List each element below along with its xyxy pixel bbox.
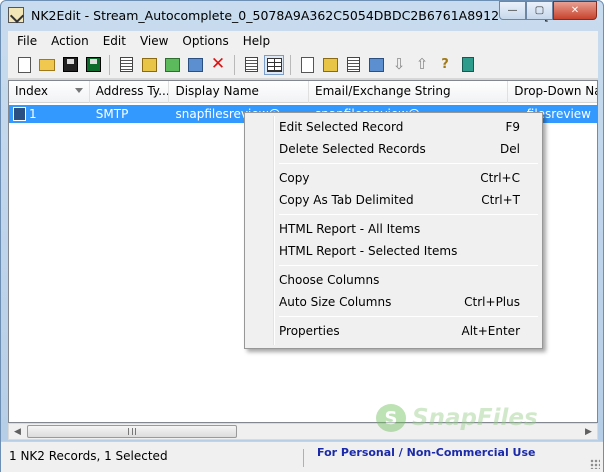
window-title: NK2Edit - Stream_Autocomplete_0_5078A9A3…: [31, 8, 550, 23]
snapfiles-logo: S: [376, 404, 406, 432]
sort-descending-icon: [74, 88, 83, 93]
settings-icon[interactable]: [343, 55, 363, 75]
new-file-icon[interactable]: [14, 55, 34, 75]
move-down-icon[interactable]: ⇩: [389, 55, 409, 75]
resize-grip-icon[interactable]: [590, 459, 600, 469]
toolbar-separator: [290, 54, 291, 75]
record-icon: [13, 107, 26, 121]
menu-separator: [279, 316, 538, 317]
toolbar-separator: [109, 54, 110, 75]
maximize-button[interactable]: ▢: [526, 1, 553, 20]
status-license: For Personal / Non-Commercial Use: [317, 446, 536, 459]
scroll-right-icon[interactable]: ▶: [580, 424, 597, 439]
scroll-left-icon[interactable]: ◀: [9, 424, 26, 439]
column-index[interactable]: Index: [9, 81, 90, 103]
edit-record-icon[interactable]: [185, 55, 205, 75]
menu-file[interactable]: File: [10, 34, 44, 48]
menu-separator: [279, 163, 538, 164]
menu-bar: File Action Edit View Options Help: [8, 31, 598, 51]
menu-html-report-selected[interactable]: HTML Report - Selected Items: [247, 240, 540, 262]
list-header: Index Address Ty... Display Name Email/E…: [9, 81, 597, 103]
menu-properties[interactable]: Properties Alt+Enter: [247, 320, 540, 342]
nk2edit-app-icon[interactable]: [8, 7, 24, 23]
toolbar: ✕ ⇩ ⇧ ?: [8, 51, 598, 79]
cell-address-type: SMTP: [95, 107, 129, 121]
menu-view[interactable]: View: [133, 34, 175, 48]
menu-html-report-all[interactable]: HTML Report - All Items: [247, 218, 540, 240]
menu-delete-selected-records[interactable]: Delete Selected Records Del: [247, 138, 540, 160]
menu-separator: [279, 214, 538, 215]
menu-action[interactable]: Action: [44, 34, 96, 48]
column-dropdown-name[interactable]: Drop-Down Na: [508, 81, 597, 103]
menu-copy-tab-delimited[interactable]: Copy As Tab Delimited Ctrl+T: [247, 189, 540, 211]
move-up-icon[interactable]: ⇧: [412, 55, 432, 75]
menu-choose-columns[interactable]: Choose Columns: [247, 269, 540, 291]
properties-icon[interactable]: [116, 55, 136, 75]
title-bar[interactable]: NK2Edit - Stream_Autocomplete_0_5078A9A3…: [1, 1, 603, 31]
menu-options[interactable]: Options: [175, 34, 235, 48]
menu-help[interactable]: Help: [236, 34, 277, 48]
menu-copy[interactable]: Copy Ctrl+C: [247, 167, 540, 189]
close-button[interactable]: ✕: [553, 1, 597, 20]
column-address-type[interactable]: Address Ty...: [90, 81, 170, 103]
exit-icon[interactable]: [458, 55, 478, 75]
minimize-button[interactable]: —: [499, 1, 526, 20]
grip-icon: [128, 428, 136, 435]
search-icon[interactable]: [366, 55, 386, 75]
menu-edit-selected-record[interactable]: Edit Selected Record F9: [247, 116, 540, 138]
column-email-string[interactable]: Email/Exchange String: [309, 81, 509, 103]
help-icon[interactable]: ?: [435, 55, 455, 75]
save-as-icon[interactable]: [83, 55, 103, 75]
paste-icon[interactable]: [320, 55, 340, 75]
open-folder-icon[interactable]: [37, 55, 57, 75]
list-icon[interactable]: [241, 55, 261, 75]
delete-icon[interactable]: ✕: [208, 55, 228, 75]
save-icon[interactable]: [60, 55, 80, 75]
find-icon[interactable]: [139, 55, 159, 75]
menu-edit[interactable]: Edit: [96, 34, 133, 48]
copy-icon[interactable]: [297, 55, 317, 75]
column-display-name[interactable]: Display Name: [169, 81, 309, 103]
toolbar-separator: [234, 54, 235, 75]
context-menu: Edit Selected Record F9 Delete Selected R…: [244, 112, 543, 349]
add-record-icon[interactable]: [162, 55, 182, 75]
scrollbar-thumb[interactable]: [27, 425, 237, 438]
menu-separator: [279, 265, 538, 266]
watermark-text: SnapFiles: [412, 405, 538, 431]
status-bar: 1 NK2 Records, 1 Selected For Personal /…: [1, 441, 603, 472]
status-records: 1 NK2 Records, 1 Selected: [9, 449, 304, 467]
grid-icon[interactable]: [264, 54, 284, 75]
menu-auto-size-columns[interactable]: Auto Size Columns Ctrl+Plus: [247, 291, 540, 313]
snapfiles-watermark: S SnapFiles: [376, 401, 581, 435]
